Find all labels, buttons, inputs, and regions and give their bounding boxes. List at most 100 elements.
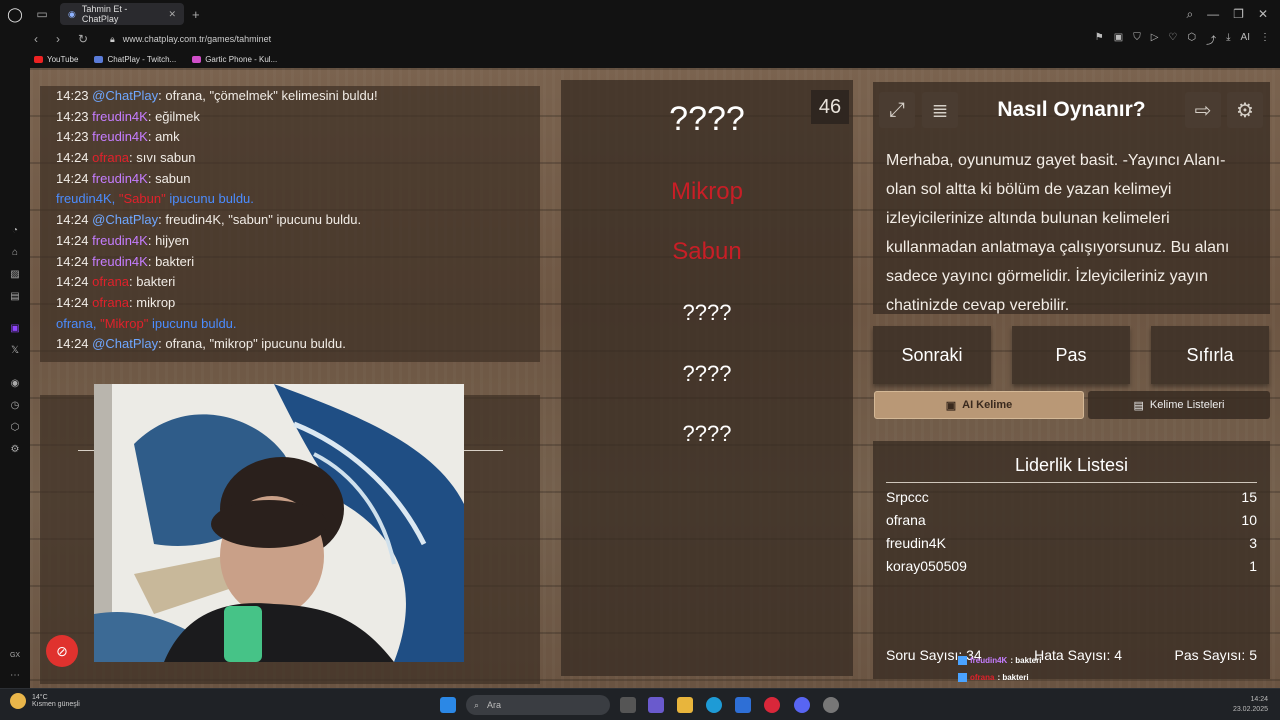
menu-icon[interactable]: ⋮ (1260, 32, 1270, 47)
share-icon[interactable]: ⤴ (1206, 32, 1216, 47)
url-field[interactable]: www.chatplay.com.tr/games/tahminet (123, 34, 271, 44)
chat-username[interactable]: freudin4K (92, 254, 148, 269)
chat-separator: : (147, 232, 156, 248)
chat-username[interactable]: @ChatPlay (92, 212, 158, 227)
chat-line: 14:24 ofrana: bakteri (56, 272, 524, 293)
chat-system-text: ofrana, (56, 315, 101, 331)
weather-widget[interactable]: 14°C Kısmen güneşli (10, 693, 80, 709)
chat-username[interactable]: ofrana (92, 295, 129, 310)
overlay-username: freudin4K (970, 656, 1008, 665)
maximize-icon[interactable]: ❐ (1233, 7, 1244, 22)
clipboard-icon: ▤ (1133, 399, 1144, 412)
exit-icon[interactable]: ⇨ (1185, 92, 1221, 128)
aria-icon[interactable]: ◔ (9, 225, 21, 237)
messenger-icon[interactable]: ▤ (9, 291, 21, 303)
overlay-message: : bakteri (997, 673, 1029, 682)
discord-icon[interactable] (794, 697, 810, 713)
copilot-icon[interactable] (648, 697, 664, 713)
steam-icon[interactable] (823, 697, 839, 713)
settings-gear-icon[interactable]: ⚙ (1227, 92, 1263, 128)
ai-button[interactable]: AI (1241, 32, 1250, 47)
player-name: ofrana (886, 512, 926, 528)
cart-icon[interactable]: ⌂ (9, 247, 21, 259)
extensions-icon[interactable]: ⬡ (1187, 32, 1196, 47)
player-icon[interactable]: ◉ (9, 378, 21, 390)
reload-icon[interactable]: ↻ (78, 32, 88, 46)
chat-line: 14:24 freudin4K: sabun (56, 169, 524, 190)
twitch-icon[interactable]: ▣ (9, 323, 21, 335)
chat-message: ofrana, "mikrop" ipucunu buldu. (165, 336, 346, 352)
x-icon[interactable]: 𝕏 (9, 345, 21, 357)
bookmarks-bar: YouTube ChatPlay - Twitch... Gartic Phon… (0, 50, 1280, 68)
opera-gx-icon[interactable] (764, 697, 780, 713)
shield-icon[interactable]: ⛉ (1133, 32, 1141, 47)
chat-username[interactable]: freudin4K (92, 171, 148, 186)
chat-system-text: "Sabun" (118, 191, 166, 207)
forward-icon[interactable]: › (56, 32, 60, 46)
bookmark-gartic[interactable]: Gartic Phone - Kul... (192, 55, 277, 64)
download-icon[interactable]: ⤓ (1226, 32, 1230, 47)
taskbar-search[interactable]: ⌕ Ara (466, 695, 610, 715)
chat-username[interactable]: freudin4K (92, 109, 148, 124)
player-score: 10 (1241, 512, 1257, 528)
tab-tahmin-et[interactable]: ◉ Tahmin Et - ChatPlay ✕ (60, 3, 184, 25)
chat-username[interactable]: freudin4K (92, 129, 148, 144)
chat-message: sıvı sabun (136, 150, 196, 166)
chat-time: 14:23 (56, 108, 89, 124)
word-board: 46 ???? Mikrop Sabun ???? ???? ???? (561, 80, 853, 676)
more-icon[interactable]: ⋯ (9, 670, 21, 682)
chat-username[interactable]: ofrana (92, 150, 129, 165)
bookmark-youtube[interactable]: YouTube (34, 55, 78, 64)
settings-icon[interactable]: ⚙ (9, 444, 21, 456)
extensions-sidebar-icon[interactable]: ⬡ (9, 422, 21, 434)
snapshot-icon[interactable]: ▣ (1114, 32, 1123, 47)
chat-username[interactable]: @ChatPlay (92, 88, 158, 103)
chat-line: 14:24 @ChatPlay: ofrana, "mikrop" ipucun… (56, 334, 524, 355)
edge-icon[interactable] (706, 697, 722, 713)
new-tab-button[interactable]: + (192, 7, 200, 22)
chat-time: 14:24 (56, 253, 89, 269)
hint-found-1: Mikrop (670, 178, 743, 205)
task-view-icon[interactable] (620, 697, 636, 713)
game-stage: 14:23 @ChatPlay: ofrana, "çömelmek" keli… (30, 68, 1280, 688)
webcam-image (94, 384, 464, 662)
chat-time: 14:24 (56, 150, 89, 166)
system-clock[interactable]: 14:24 23.02.2025 (1233, 695, 1268, 715)
word-lists-button[interactable]: ▤ Kelime Listeleri (1088, 391, 1270, 419)
chat-line: 14:23 freudin4K: amk (56, 127, 524, 148)
pass-button[interactable]: Pas (1012, 326, 1130, 384)
ai-word-button[interactable]: ▣ AI Kelime (874, 391, 1084, 419)
bookmark-icon[interactable]: ⚑ (1095, 32, 1104, 47)
start-icon[interactable] (440, 697, 456, 713)
chat-username[interactable]: ofrana (92, 274, 129, 289)
pinboard-icon[interactable]: ▨ (9, 269, 21, 281)
chat-time: 14:23 (56, 129, 89, 145)
player-score: 15 (1241, 489, 1257, 505)
search-icon[interactable]: ⌕ (1186, 7, 1193, 22)
history-icon[interactable]: ◷ (9, 400, 21, 412)
opera-logo-icon[interactable]: ◯ (0, 0, 30, 28)
chat-message: bakteri (155, 253, 195, 269)
bookmark-chatplay[interactable]: ChatPlay - Twitch... (94, 55, 176, 64)
chat-username[interactable]: @ChatPlay (92, 336, 158, 351)
tab-islands-icon[interactable]: ▭ (30, 7, 54, 21)
record-stop-button[interactable]: ⊘ (46, 635, 78, 667)
search-placeholder: Ara (487, 700, 502, 710)
file-explorer-icon[interactable] (677, 697, 693, 713)
next-button[interactable]: Sonraki (873, 326, 991, 384)
gx-icon[interactable]: GX (9, 650, 21, 662)
minimize-icon[interactable]: — (1207, 7, 1219, 22)
reset-button[interactable]: Sıfırla (1151, 326, 1269, 384)
weather-temp: 14°C (32, 694, 48, 701)
no-record-icon: ⊘ (56, 642, 68, 659)
back-icon[interactable]: ‹ (34, 32, 38, 46)
screen: ◯ ▭ ◉ Tahmin Et - ChatPlay ✕ + ⌕ — ❐ ✕ ‹… (0, 0, 1280, 720)
chat-username[interactable]: freudin4K (92, 233, 148, 248)
store-icon[interactable] (735, 697, 751, 713)
play-icon[interactable]: ▷ (1151, 32, 1159, 47)
leaderboard-row: Srpccc 15 (886, 489, 1257, 505)
close-window-icon[interactable]: ✕ (1258, 7, 1268, 22)
chat-line: freudin4K, "Sabun" ipucunu buldu. (56, 189, 524, 210)
heart-icon[interactable]: ♡ (1168, 32, 1177, 47)
close-tab-icon[interactable]: ✕ (168, 9, 176, 20)
